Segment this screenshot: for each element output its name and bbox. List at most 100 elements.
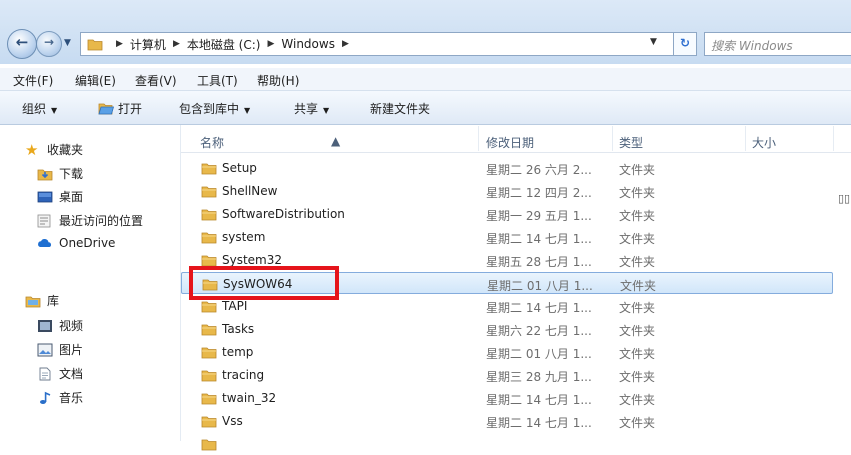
file-name: Tasks bbox=[222, 322, 255, 336]
table-row-partial[interactable] bbox=[181, 433, 833, 455]
refresh-button[interactable]: ↻ bbox=[673, 32, 697, 56]
table-row[interactable]: twain_32 星期二 14 七月 1... 文件夹 bbox=[181, 387, 833, 409]
sidebar-item-videos[interactable]: 视频 bbox=[37, 317, 83, 334]
column-separator[interactable] bbox=[745, 126, 746, 151]
column-header-row: ▲ 名称 修改日期 类型 大小 bbox=[181, 125, 851, 153]
address-history-dropdown-icon[interactable]: ▼ bbox=[650, 37, 657, 47]
sidebar-item-favorites[interactable]: ★ 收藏夹 bbox=[25, 141, 83, 158]
file-type: 文件夹 bbox=[619, 347, 656, 361]
cloud-icon bbox=[38, 238, 52, 247]
sidebar-item-label: 桌面 bbox=[59, 190, 84, 204]
address-bar[interactable]: ▶ 计算机 ▶ 本地磁盘 (C:) ▶ Windows ▶ bbox=[80, 32, 696, 56]
recent-places-icon bbox=[37, 214, 51, 227]
sidebar-item-pictures[interactable]: 图片 bbox=[37, 341, 83, 358]
sidebar-item-libraries[interactable]: 库 bbox=[25, 292, 59, 309]
menu-file[interactable]: 文件(F) bbox=[13, 72, 53, 89]
open-folder-icon bbox=[98, 103, 114, 115]
file-name: TAPI bbox=[222, 299, 248, 313]
forward-button[interactable]: → bbox=[36, 31, 62, 57]
column-separator[interactable] bbox=[612, 126, 613, 151]
file-date: 星期二 26 六月 2... bbox=[486, 163, 592, 177]
table-row[interactable]: tracing 星期三 28 九月 1... 文件夹 bbox=[181, 364, 833, 386]
column-separator[interactable] bbox=[478, 126, 479, 151]
file-type: 文件夹 bbox=[619, 416, 656, 430]
picture-icon bbox=[37, 343, 53, 356]
file-type: 文件夹 bbox=[619, 209, 656, 223]
annotation-highlight-box bbox=[189, 266, 339, 300]
open-button[interactable]: 打开 bbox=[98, 100, 142, 117]
sidebar-item-downloads[interactable]: 下载 bbox=[37, 165, 83, 182]
file-name: ShellNew bbox=[222, 184, 278, 198]
chevron-right-icon[interactable]: ▶ bbox=[116, 39, 123, 49]
menu-bar: 文件(F) 编辑(E) 查看(V) 工具(T) 帮助(H) bbox=[0, 68, 851, 91]
open-label: 打开 bbox=[118, 102, 143, 116]
folder-icon bbox=[201, 416, 217, 428]
sidebar-item-recent-places[interactable]: 最近访问的位置 bbox=[37, 212, 143, 229]
back-arrow-icon: ← bbox=[15, 33, 29, 51]
sidebar-item-label: 库 bbox=[47, 294, 60, 308]
sidebar-item-label: 最近访问的位置 bbox=[59, 214, 144, 228]
sidebar-item-label: 图片 bbox=[59, 343, 84, 357]
new-folder-button[interactable]: 新建文件夹 bbox=[370, 100, 430, 117]
table-row[interactable]: SoftwareDistribution 星期一 29 五月 1... 文件夹 bbox=[181, 203, 833, 225]
sort-ascending-icon: ▲ bbox=[331, 134, 341, 148]
file-date: 星期二 12 四月 2... bbox=[486, 186, 592, 200]
breadcrumb-windows[interactable]: Windows bbox=[281, 37, 335, 51]
menu-tools[interactable]: 工具(T) bbox=[197, 72, 238, 89]
file-date: 星期二 14 七月 1... bbox=[486, 301, 592, 315]
chevron-right-icon[interactable]: ▶ bbox=[342, 39, 349, 49]
folder-icon bbox=[201, 209, 217, 221]
menu-edit[interactable]: 编辑(E) bbox=[75, 72, 116, 89]
search-input[interactable]: 搜索 Windows bbox=[704, 32, 851, 56]
table-row[interactable]: Tasks 星期六 22 七月 1... 文件夹 bbox=[181, 318, 833, 340]
file-type: 文件夹 bbox=[619, 370, 656, 384]
command-bar: 组织 ▼ 打开 包含到库中 ▼ 共享 ▼ 新建文件夹 ▯▯ bbox=[0, 91, 851, 205]
folder-icon bbox=[201, 439, 217, 451]
file-type: 文件夹 bbox=[619, 393, 656, 407]
column-header-type[interactable]: 类型 bbox=[619, 134, 643, 151]
folder-icon bbox=[201, 370, 217, 382]
file-type: 文件夹 bbox=[619, 255, 656, 269]
library-icon bbox=[25, 296, 41, 307]
organize-button[interactable]: 组织 ▼ bbox=[22, 100, 57, 117]
file-name: System32 bbox=[222, 253, 283, 267]
sidebar-item-desktop[interactable]: 桌面 bbox=[37, 188, 83, 205]
sidebar-item-documents[interactable]: 文档 bbox=[37, 365, 83, 382]
breadcrumb-local-disk[interactable]: 本地磁盘 (C:) bbox=[187, 36, 261, 53]
chevron-right-icon[interactable]: ▶ bbox=[173, 39, 180, 49]
table-row[interactable]: ShellNew 星期二 12 四月 2... 文件夹 bbox=[181, 180, 833, 202]
file-date: 星期六 22 七月 1... bbox=[486, 324, 592, 338]
column-header-name[interactable]: 名称 bbox=[200, 134, 224, 151]
file-date: 星期一 29 五月 1... bbox=[486, 209, 592, 223]
file-name: Setup bbox=[222, 161, 257, 175]
share-button[interactable]: 共享 ▼ bbox=[294, 100, 329, 117]
include-in-library-button[interactable]: 包含到库中 ▼ bbox=[179, 100, 250, 117]
back-button[interactable]: ← bbox=[7, 29, 37, 59]
sidebar-item-onedrive[interactable]: OneDrive bbox=[37, 236, 115, 250]
menu-view[interactable]: 查看(V) bbox=[135, 72, 177, 89]
chevron-down-icon: ▼ bbox=[244, 106, 251, 115]
refresh-icon: ↻ bbox=[679, 36, 691, 50]
file-type: 文件夹 bbox=[620, 279, 657, 293]
sidebar-item-label: 收藏夹 bbox=[47, 143, 84, 157]
folder-icon bbox=[201, 301, 217, 313]
table-row[interactable]: system 星期二 14 七月 1... 文件夹 bbox=[181, 226, 833, 248]
desktop-icon bbox=[37, 191, 53, 202]
column-separator[interactable] bbox=[833, 126, 834, 151]
menu-help[interactable]: 帮助(H) bbox=[257, 72, 299, 89]
column-header-size[interactable]: 大小 bbox=[752, 134, 776, 151]
table-row[interactable]: temp 星期二 01 八月 1... 文件夹 bbox=[181, 341, 833, 363]
sidebar-item-music[interactable]: 音乐 bbox=[37, 389, 83, 406]
chevron-right-icon[interactable]: ▶ bbox=[267, 39, 274, 49]
breadcrumb-computer[interactable]: 计算机 bbox=[130, 36, 166, 53]
file-type: 文件夹 bbox=[619, 163, 656, 177]
file-type: 文件夹 bbox=[619, 324, 656, 338]
table-row[interactable]: Vss 星期二 14 七月 1... 文件夹 bbox=[181, 410, 833, 432]
chevron-down-icon: ▼ bbox=[323, 106, 330, 115]
address-bar-area: ← → ▼ ▶ 计算机 ▶ 本地磁盘 (C:) ▶ Windows ▶ ▼ ↻ … bbox=[0, 0, 851, 64]
table-row[interactable]: Setup 星期二 26 六月 2... 文件夹 bbox=[181, 157, 833, 179]
column-header-date[interactable]: 修改日期 bbox=[486, 134, 534, 151]
file-type: 文件夹 bbox=[619, 301, 656, 315]
recent-pages-dropdown-icon[interactable]: ▼ bbox=[64, 38, 71, 48]
file-date: 星期三 28 九月 1... bbox=[486, 370, 592, 384]
